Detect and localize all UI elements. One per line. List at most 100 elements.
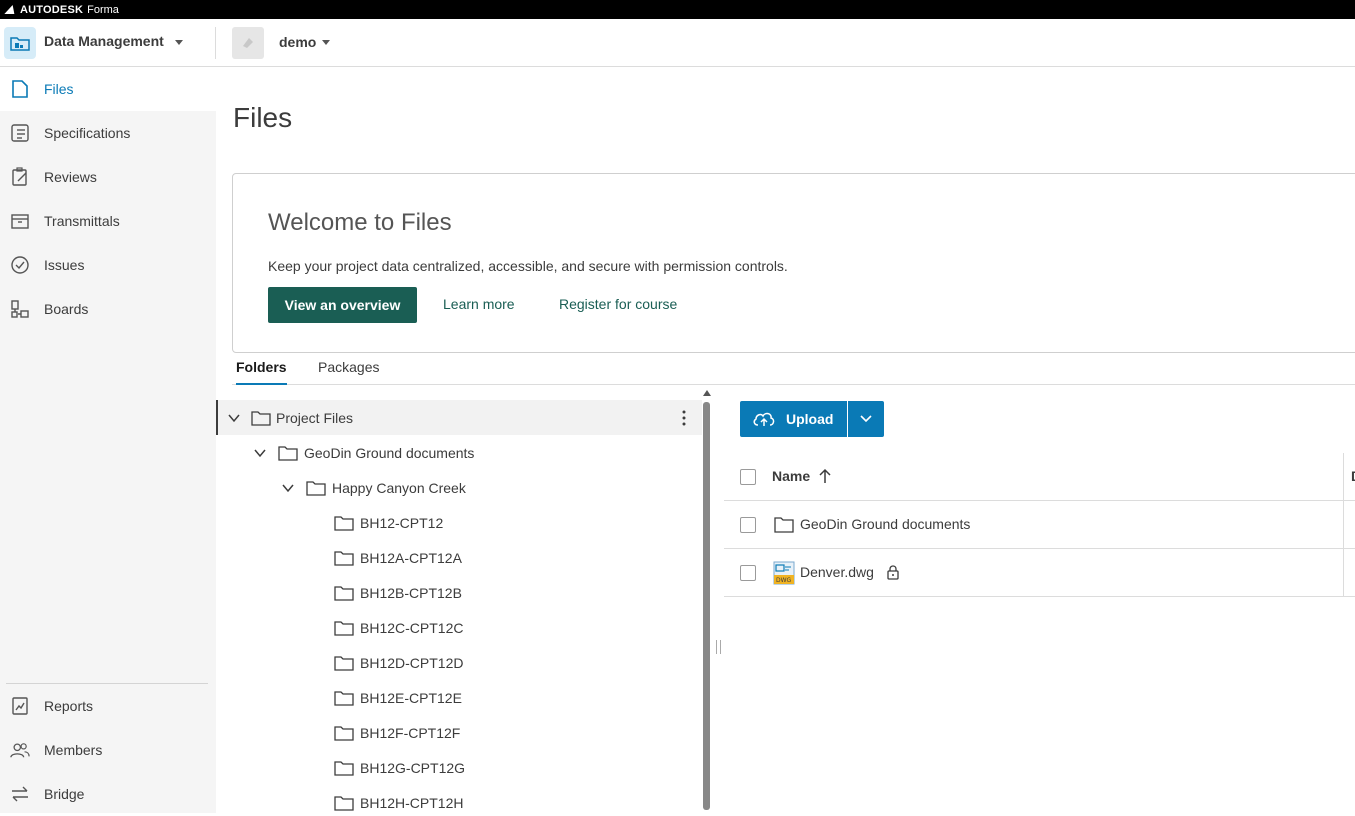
- folder-tree: Project Files GeoDin Ground documents Ha…: [216, 400, 702, 813]
- register-course-link[interactable]: Register for course: [559, 296, 677, 312]
- sort-ascending-icon[interactable]: [818, 468, 832, 484]
- tab-packages[interactable]: Packages: [318, 359, 379, 385]
- app-header: Data Management demo: [0, 19, 1355, 67]
- upload-options-button[interactable]: [848, 401, 884, 437]
- sidebar-item-label: Specifications: [44, 125, 131, 141]
- sidebar-item-specifications[interactable]: Specifications: [0, 111, 216, 155]
- folder-icon: [334, 550, 354, 566]
- tree-row-folder[interactable]: BH12A-CPT12A: [216, 540, 702, 575]
- dwg-badge-text: DWG: [776, 577, 792, 584]
- data-management-icon[interactable]: [4, 27, 36, 59]
- tree-item-label: BH12C-CPT12C: [360, 619, 464, 636]
- folder-icon: [334, 725, 354, 741]
- tree-row-geodin[interactable]: GeoDin Ground documents: [216, 435, 702, 470]
- next-column-header[interactable]: D: [1351, 468, 1355, 484]
- tree-row-folder[interactable]: BH12E-CPT12E: [216, 680, 702, 715]
- table-row[interactable]: DWG Denver.dwg: [724, 549, 1355, 597]
- folder-icon: [334, 795, 354, 811]
- chevron-down-icon[interactable]: [280, 480, 296, 496]
- tree-row-folder[interactable]: BH12D-CPT12D: [216, 645, 702, 680]
- column-divider[interactable]: [1343, 453, 1344, 501]
- sidebar-item-label: Members: [44, 742, 103, 758]
- tree-row-folder[interactable]: BH12G-CPT12G: [216, 750, 702, 785]
- tree-row-folder[interactable]: BH12H-CPT12H: [216, 785, 702, 813]
- product-name: Forma: [87, 3, 119, 16]
- sidebar-item-members[interactable]: Members: [0, 728, 216, 772]
- module-dropdown-icon[interactable]: [175, 40, 183, 45]
- tree-row-happy-canyon[interactable]: Happy Canyon Creek: [216, 470, 702, 505]
- column-divider: [1343, 549, 1344, 597]
- tree-item-label: BH12E-CPT12E: [360, 689, 462, 706]
- more-options-icon[interactable]: [681, 410, 687, 426]
- table-row[interactable]: GeoDin Ground documents: [724, 501, 1355, 549]
- sidebar: Files Specifications Reviews Transmittal…: [0, 67, 216, 813]
- sidebar-item-transmittals[interactable]: Transmittals: [0, 199, 216, 243]
- tree-item-label: BH12-CPT12: [360, 514, 444, 531]
- autodesk-logo-icon: [4, 5, 18, 14]
- folder-icon: [774, 517, 794, 533]
- cloud-upload-icon: [753, 412, 775, 426]
- sidebar-item-label: Reports: [44, 698, 94, 714]
- row-checkbox[interactable]: [740, 517, 756, 533]
- module-switcher[interactable]: Data Management: [44, 33, 164, 49]
- project-selector[interactable]: demo: [279, 34, 316, 50]
- sidebar-item-label: Boards: [44, 301, 89, 317]
- product-bar: AUTODESK Forma: [0, 0, 1355, 19]
- chevron-down-icon: [860, 415, 872, 423]
- header-divider: [215, 27, 216, 59]
- tree-item-label: GeoDin Ground documents: [304, 444, 475, 461]
- tab-folders[interactable]: Folders: [236, 359, 287, 385]
- sidebar-item-reviews[interactable]: Reviews: [0, 155, 216, 199]
- project-dropdown-icon[interactable]: [322, 40, 330, 45]
- tree-item-label: Happy Canyon Creek: [332, 479, 466, 496]
- sidebar-item-label: Files: [44, 81, 74, 97]
- upload-label: Upload: [786, 411, 834, 427]
- tree-row-folder[interactable]: BH12B-CPT12B: [216, 575, 702, 610]
- sidebar-item-label: Issues: [44, 257, 85, 273]
- learn-more-link[interactable]: Learn more: [443, 296, 515, 312]
- sidebar-item-label: Reviews: [44, 169, 97, 185]
- project-thumbnail[interactable]: [232, 27, 264, 59]
- panel-resize-handle[interactable]: [716, 640, 721, 654]
- view-overview-button[interactable]: View an overview: [268, 287, 417, 323]
- sidebar-item-boards[interactable]: Boards: [0, 287, 216, 331]
- chevron-down-icon[interactable]: [226, 410, 242, 426]
- tree-item-label: BH12F-CPT12F: [360, 724, 461, 741]
- bridge-icon: [10, 784, 30, 804]
- tree-scrollbar[interactable]: [703, 402, 710, 810]
- file-name-link[interactable]: Denver.dwg: [800, 564, 874, 580]
- page-title: Files: [233, 102, 293, 133]
- boards-icon: [10, 299, 30, 319]
- tree-row-folder[interactable]: BH12F-CPT12F: [216, 715, 702, 750]
- tree-row-folder[interactable]: BH12C-CPT12C: [216, 610, 702, 645]
- column-divider: [1343, 501, 1344, 549]
- name-column-header[interactable]: Name: [772, 468, 810, 484]
- sidebar-item-issues[interactable]: Issues: [0, 243, 216, 287]
- sidebar-item-bridge[interactable]: Bridge: [0, 772, 216, 816]
- upload-button[interactable]: Upload: [740, 401, 847, 437]
- brand-name: AUTODESK: [20, 3, 84, 16]
- sidebar-item-reports[interactable]: Reports: [0, 684, 216, 728]
- lock-icon[interactable]: [886, 564, 900, 580]
- scroll-up-arrow-icon[interactable]: [703, 390, 711, 396]
- sidebar-item-label: Transmittals: [44, 213, 120, 229]
- welcome-banner: Welcome to Files Keep your project data …: [232, 173, 1355, 353]
- dwg-file-icon: DWG: [773, 561, 795, 585]
- sidebar-item-files[interactable]: Files: [0, 67, 216, 111]
- folder-icon: [306, 480, 326, 496]
- file-name-link[interactable]: GeoDin Ground documents: [800, 516, 970, 532]
- chevron-down-icon[interactable]: [252, 445, 268, 461]
- folder-icon: [334, 515, 354, 531]
- reports-icon: [10, 696, 30, 716]
- folder-icon: [334, 655, 354, 671]
- folder-tabs: Folders Packages: [232, 353, 1355, 385]
- reviews-icon: [10, 167, 30, 187]
- select-all-checkbox[interactable]: [740, 469, 756, 485]
- tree-row-project-files[interactable]: Project Files: [216, 400, 702, 435]
- members-icon: [10, 740, 30, 760]
- folder-icon: [334, 585, 354, 601]
- tree-item-label: BH12H-CPT12H: [360, 794, 464, 811]
- tree-item-label: BH12A-CPT12A: [360, 549, 462, 566]
- row-checkbox[interactable]: [740, 565, 756, 581]
- tree-row-folder[interactable]: BH12-CPT12: [216, 505, 702, 540]
